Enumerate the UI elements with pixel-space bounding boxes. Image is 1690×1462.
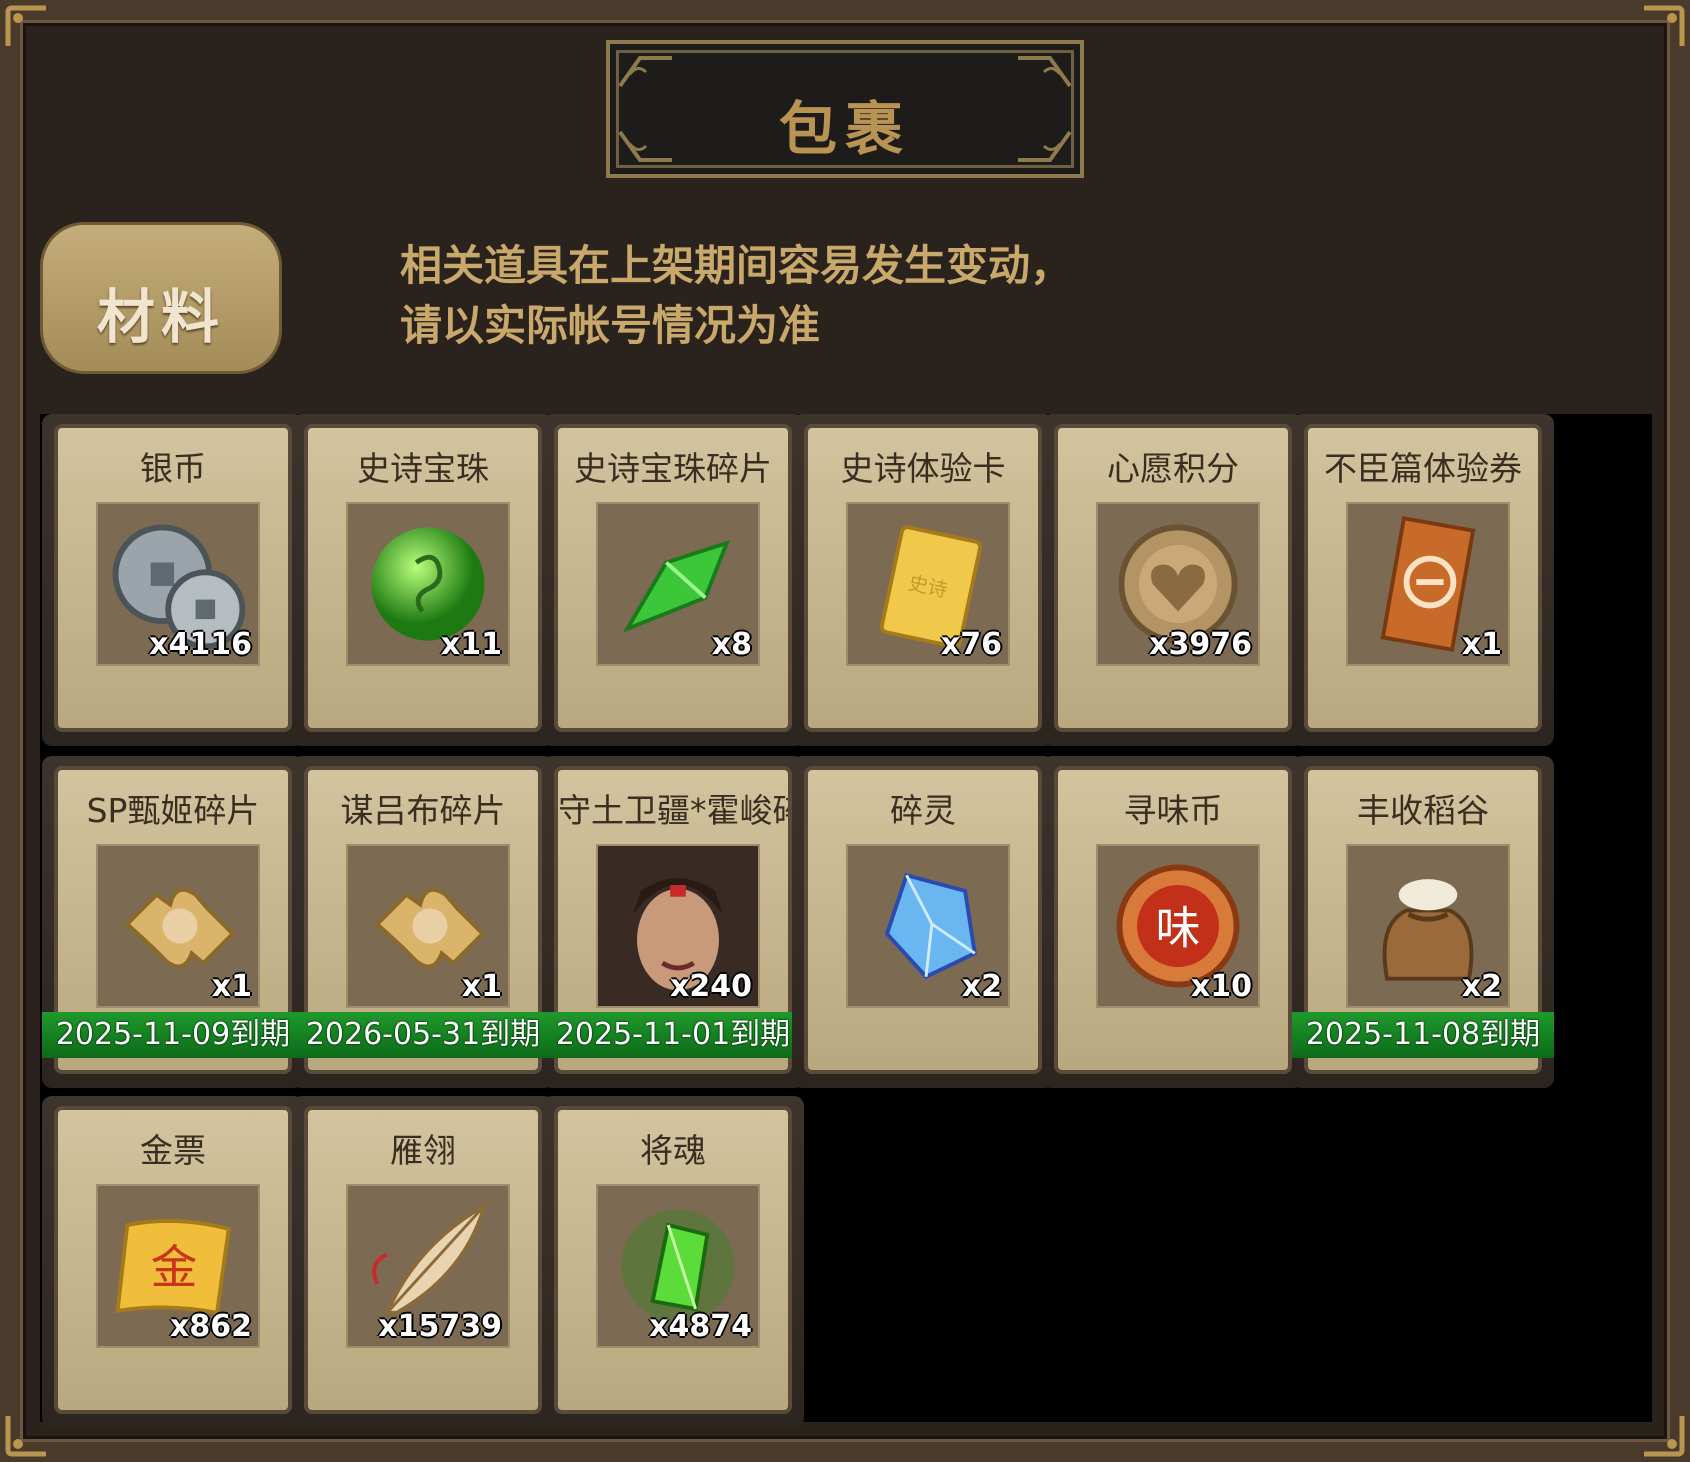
item-card[interactable]: 将魂 x4874 [542, 1096, 804, 1428]
item-card[interactable]: 谋吕布碎片 x1 2026-05-31到期 [292, 756, 554, 1088]
item-name: 银币 [140, 449, 206, 488]
puzzle-piece-icon: x1 [96, 844, 260, 1008]
item-count: x4116 [149, 627, 252, 662]
svg-text:金: 金 [151, 1242, 198, 1296]
item-card-frame: 心愿积分 x3976 [1054, 424, 1292, 732]
notice-line-2: 请以实际帐号情况为准 [400, 301, 821, 350]
item-count: x1 [1461, 627, 1502, 662]
item-card-frame: 史诗体验卡史诗 x76 [804, 424, 1042, 732]
item-name: 将魂 [640, 1131, 706, 1170]
notice-line-1: 相关道具在上架期间容易发生变动， [400, 241, 1073, 290]
heart-coin-icon: x3976 [1096, 502, 1260, 666]
item-count: x4874 [649, 1309, 752, 1344]
feather-icon: x15739 [346, 1184, 510, 1348]
ticket-icon: x1 [1346, 502, 1510, 666]
item-card-frame: 雁翎 x15739 [304, 1106, 542, 1414]
corner-ornament-icon [1640, 4, 1686, 50]
item-count: x862 [170, 1309, 252, 1344]
item-count: x10 [1190, 969, 1252, 1004]
item-name: 谋吕布碎片 [340, 791, 506, 830]
flavor-coin-icon: 味 x10 [1096, 844, 1260, 1008]
expiry-badge: 2025-11-01到期 [542, 1012, 804, 1058]
item-count: x15739 [378, 1309, 502, 1344]
item-count: x240 [670, 969, 752, 1004]
tab-materials[interactable]: 材料 [40, 222, 282, 374]
item-count: x2 [1461, 969, 1502, 1004]
silver-coin-icon: x4116 [96, 502, 260, 666]
item-name: 史诗宝珠 [357, 449, 489, 488]
notice-text: 相关道具在上架期间容易发生变动， 请以实际帐号情况为准 [400, 236, 1072, 356]
item-card[interactable]: 史诗宝珠 x11 [292, 414, 554, 746]
item-card[interactable]: 心愿积分 x3976 [1042, 414, 1304, 746]
item-card[interactable]: 史诗宝珠碎片 x8 [542, 414, 804, 746]
item-card-frame: 银币 x4116 [54, 424, 292, 732]
expiry-badge: 2025-11-08到期 [1292, 1012, 1554, 1058]
page-title: 包裹 [778, 95, 911, 163]
item-name: 金票 [140, 1131, 206, 1170]
corner-ornament-icon [4, 4, 50, 50]
item-count: x1 [461, 969, 502, 1004]
item-card[interactable]: 不臣篇体验券 x1 [1292, 414, 1554, 746]
item-card[interactable]: 碎灵 x2 [792, 756, 1054, 1088]
item-card-frame: 碎灵 x2 [804, 766, 1042, 1074]
gold-scroll-icon: 金 x862 [96, 1184, 260, 1348]
gold-card-icon: 史诗 x76 [846, 502, 1010, 666]
svg-text:味: 味 [1156, 902, 1201, 955]
item-name: 丰收稻谷 [1357, 791, 1489, 830]
item-name: 史诗宝珠碎片 [574, 449, 772, 488]
tab-label: 材料 [96, 283, 225, 351]
item-card[interactable]: 雁翎 x15739 [292, 1096, 554, 1428]
item-name: 雁翎 [390, 1131, 456, 1170]
item-card[interactable]: 寻味币味 x10 [1042, 756, 1304, 1088]
expiry-badge: 2026-05-31到期 [292, 1012, 554, 1058]
item-name: 寻味币 [1123, 791, 1223, 830]
expiry-badge: 2025-11-09到期 [42, 1012, 304, 1058]
grain-sack-icon: x2 [1346, 844, 1510, 1008]
item-name: 心愿积分 [1107, 449, 1239, 488]
item-card[interactable]: 银币 x4116 [42, 414, 304, 746]
item-card[interactable]: SP甄姬碎片 x1 2025-11-09到期 [42, 756, 304, 1088]
item-name: SP甄姬碎片 [86, 791, 260, 830]
item-count: x3976 [1149, 627, 1252, 662]
item-card-frame: 将魂 x4874 [554, 1106, 792, 1414]
item-card-frame: 史诗宝珠 x11 [304, 424, 542, 732]
green-orb-icon: x11 [346, 502, 510, 666]
item-name: 守土卫疆*霍峻碎片 [558, 791, 788, 830]
item-count: x1 [211, 969, 252, 1004]
puzzle-piece-icon: x1 [346, 844, 510, 1008]
item-card[interactable]: 守土卫疆*霍峻碎片 x240 2025-11-01到期 [542, 756, 804, 1088]
item-name: 史诗体验卡 [840, 449, 1006, 488]
blue-crystal-icon: x2 [846, 844, 1010, 1008]
item-count: x11 [440, 627, 502, 662]
item-card-frame: 寻味币味 x10 [1054, 766, 1292, 1074]
item-name: 不臣篇体验券 [1324, 449, 1522, 488]
hero-portrait-icon: x240 [596, 844, 760, 1008]
title-plate: 包裹 [606, 40, 1084, 178]
item-card-frame: 不臣篇体验券 x1 [1304, 424, 1542, 732]
item-name: 碎灵 [890, 791, 956, 830]
item-card[interactable]: 史诗体验卡史诗 x76 [792, 414, 1054, 746]
green-shard-icon: x8 [596, 502, 760, 666]
item-card[interactable]: 金票金 x862 [42, 1096, 304, 1428]
item-card-frame: 金票金 x862 [54, 1106, 292, 1414]
item-count: x8 [711, 627, 752, 662]
item-count: x76 [940, 627, 1002, 662]
item-count: x2 [961, 969, 1002, 1004]
item-card[interactable]: 丰收稻谷 x2 2025-11-08到期 [1292, 756, 1554, 1088]
item-card-frame: 史诗宝珠碎片 x8 [554, 424, 792, 732]
green-soul-crystal-icon: x4874 [596, 1184, 760, 1348]
